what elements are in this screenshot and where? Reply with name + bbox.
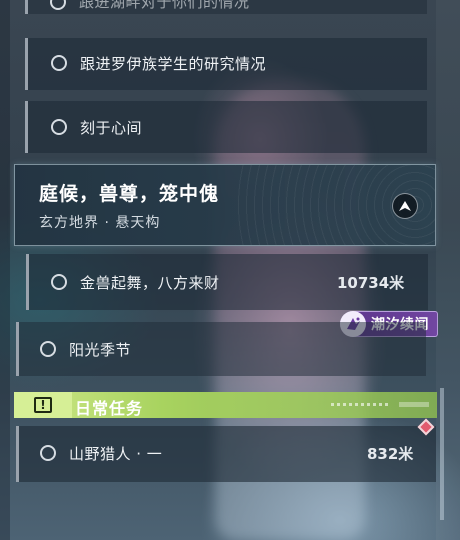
scrollbar-thumb[interactable]	[440, 388, 444, 520]
quest-item[interactable]: 跟进罗伊族学生的研究情况	[25, 38, 427, 90]
circle-icon	[50, 0, 66, 10]
quest-title: 庭候，兽尊，笼中傀	[39, 183, 220, 205]
daily-icon-box: !	[14, 392, 72, 418]
quest-label: 阳光季节	[69, 341, 132, 359]
daily-quest-item[interactable]: 山野猎人 · 一 832米	[16, 426, 436, 482]
quest-label: 刻于心间	[80, 119, 143, 137]
circle-icon	[51, 274, 67, 290]
navigate-arrow-icon	[399, 201, 411, 211]
circle-icon	[40, 445, 56, 461]
daily-header-label: 日常任务	[75, 399, 144, 418]
item-bar	[26, 254, 29, 310]
header-decoration	[399, 402, 429, 407]
quest-item[interactable]: 阳光季节	[16, 322, 426, 376]
selected-quest-card[interactable]: 庭候，兽尊，笼中傀 玄方地界 · 悬天构	[14, 164, 436, 246]
left-edge	[0, 0, 10, 540]
circle-icon	[51, 55, 67, 71]
circle-icon	[51, 119, 67, 135]
quest-item[interactable]: 金兽起舞，八方来财 10734米	[26, 254, 428, 310]
item-bar	[16, 322, 19, 376]
item-bar	[25, 38, 28, 90]
circle-icon	[40, 341, 56, 357]
quest-item-partial[interactable]: 跟进湖畔对于你们的情况	[25, 0, 427, 14]
quest-item[interactable]: 刻于心间	[25, 101, 427, 153]
quest-label: 山野猎人 · 一	[69, 445, 163, 463]
daily-tasks-header[interactable]: ! 日常任务	[14, 392, 437, 418]
exclamation-icon: !	[34, 397, 52, 413]
item-bar	[25, 101, 28, 153]
quest-distance: 832米	[367, 445, 414, 463]
item-bar	[16, 426, 19, 482]
quest-location: 玄方地界 · 悬天构	[39, 215, 161, 231]
quest-label: 跟进罗伊族学生的研究情况	[80, 55, 267, 73]
header-decoration	[331, 403, 391, 406]
quest-distance: 10734米	[337, 274, 405, 292]
track-button[interactable]	[392, 193, 418, 219]
quest-label: 金兽起舞，八方来财	[80, 274, 220, 292]
quest-label: 跟进湖畔对于你们的情况	[79, 0, 250, 11]
item-bar	[25, 0, 28, 14]
